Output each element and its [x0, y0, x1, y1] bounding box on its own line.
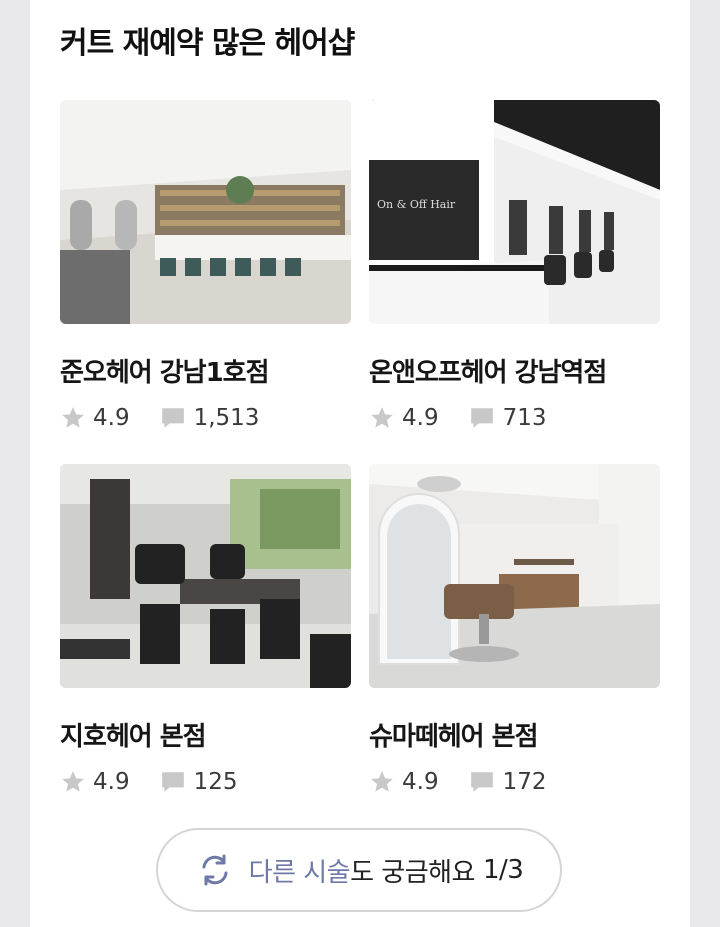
- shop-photo: [60, 100, 351, 324]
- shop-photo: [60, 464, 351, 688]
- shop-card[interactable]: 지호헤어 본점 4.9 125: [60, 464, 351, 797]
- refresh-icon: [202, 854, 228, 886]
- comment-icon: [470, 772, 493, 792]
- shop-card[interactable]: 준오헤어 강남1호점 4.9 1,513: [60, 100, 351, 433]
- star-icon: [62, 407, 84, 428]
- star-icon: [371, 771, 393, 792]
- other-treatments-button[interactable]: 다른 시술 도 궁금해요 1/3: [156, 828, 562, 912]
- shop-photo: On & Off Hair: [369, 100, 660, 324]
- svg-text:On & Off Hair: On & Off Hair: [377, 198, 456, 211]
- rating-value: 4.9: [93, 405, 130, 431]
- shop-card[interactable]: On & Off Hair 온앤오프헤어 강남역점 4.9 713: [369, 100, 660, 433]
- review-count: 172: [502, 769, 547, 795]
- star-icon: [62, 771, 84, 792]
- star-icon: [371, 407, 393, 428]
- hair-shop-section: 커트 재예약 많은 헤어샵 준오헤어 강남1호점 4.9 1,513 On & …: [30, 0, 690, 927]
- review-count: 1,513: [193, 405, 260, 431]
- more-button-accent-text: 다른 시술: [248, 857, 351, 888]
- rating-value: 4.9: [402, 769, 439, 795]
- rating-value: 4.9: [402, 405, 439, 431]
- shop-meta: 4.9 1,513: [60, 403, 351, 433]
- shop-meta: 4.9 125: [60, 767, 351, 797]
- page-indicator: 1/3: [482, 855, 524, 885]
- shop-card[interactable]: 슈마떼헤어 본점 4.9 172: [369, 464, 660, 797]
- review-count: 125: [193, 769, 238, 795]
- shop-name: 준오헤어 강남1호점: [60, 358, 270, 388]
- shop-name: 온앤오프헤어 강남역점: [369, 358, 607, 388]
- shop-name: 슈마떼헤어 본점: [369, 722, 539, 752]
- shop-meta: 4.9 713: [369, 403, 660, 433]
- comment-icon: [470, 408, 493, 428]
- comment-icon: [161, 408, 184, 428]
- shop-photo: [369, 464, 660, 688]
- rating-value: 4.9: [93, 769, 130, 795]
- shop-meta: 4.9 172: [369, 767, 660, 797]
- review-count: 713: [502, 405, 547, 431]
- section-title: 커트 재예약 많은 헤어샵: [60, 26, 355, 61]
- shop-name: 지호헤어 본점: [60, 722, 207, 752]
- comment-icon: [161, 772, 184, 792]
- more-button-text: 도 궁금해요: [350, 857, 475, 888]
